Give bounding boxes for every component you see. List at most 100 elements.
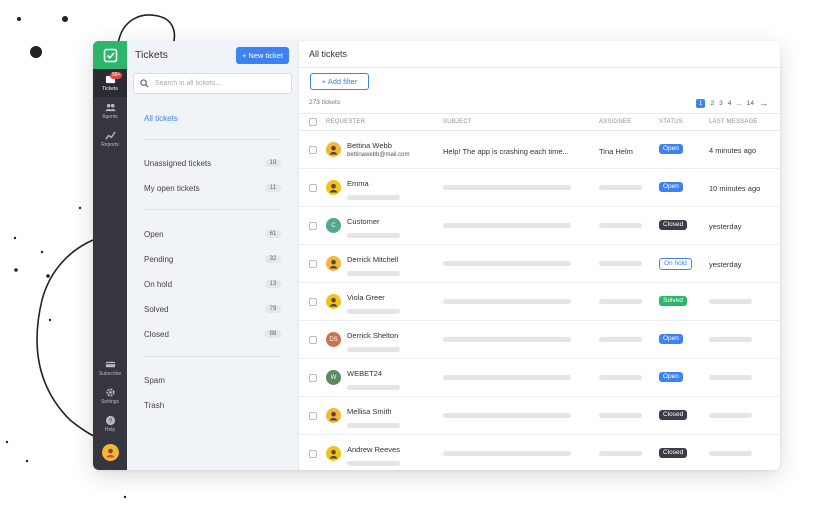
view-trash[interactable]: Trash	[144, 398, 281, 412]
add-filter-button[interactable]: + Add filter	[310, 73, 369, 90]
user-avatar[interactable]	[101, 444, 119, 461]
rail-item-help[interactable]: ? Help	[93, 410, 127, 438]
page-link[interactable]: 4	[728, 100, 732, 107]
status-badge: Solved	[659, 296, 687, 306]
column-header[interactable]: LAST MESSAGE	[709, 119, 758, 125]
view-solved[interactable]: Solved 79	[144, 302, 281, 316]
column-header[interactable]: ASSIGNEE	[599, 119, 631, 125]
requester-name[interactable]: Derrick Mitchell	[347, 255, 398, 264]
requester-name[interactable]: WEBET24	[347, 369, 382, 378]
last-message-time: 10 minutes ago	[709, 184, 761, 193]
placeholder-bar	[443, 299, 571, 304]
placeholder-bar	[599, 375, 642, 380]
rail-item-tickets[interactable]: 99+ Tickets	[93, 69, 127, 97]
app-logo[interactable]	[93, 41, 127, 69]
decor-dot	[14, 268, 18, 272]
table-row[interactable]: W WEBET24 Open	[299, 359, 780, 397]
placeholder-bar	[709, 413, 752, 418]
requester-name[interactable]: Viola Greer	[347, 293, 385, 302]
select-all-checkbox[interactable]	[309, 118, 317, 126]
view-all-tickets[interactable]: All tickets	[144, 111, 281, 125]
status-badge: Open	[659, 372, 683, 382]
card-icon	[105, 361, 115, 368]
requester-name[interactable]: Customer	[347, 217, 380, 226]
avatar: DS	[326, 332, 341, 347]
view-count: 61	[265, 230, 281, 238]
requester-name[interactable]: Mellisa Smith	[347, 407, 392, 416]
rail-bottom: Subscribe Settings ? Help	[93, 354, 127, 470]
page-title: All tickets	[309, 49, 348, 59]
view-unassigned[interactable]: Unassigned tickets 19	[144, 156, 281, 170]
placeholder-bar	[599, 185, 642, 190]
row-checkbox[interactable]	[309, 374, 317, 382]
requester-name[interactable]: Bettina Webb	[347, 141, 392, 150]
avatar	[326, 256, 341, 271]
avatar	[326, 180, 341, 195]
column-header[interactable]: SUBJECT	[443, 119, 472, 125]
row-checkbox[interactable]	[309, 260, 317, 268]
status-badge: Closed	[659, 220, 688, 230]
page-link[interactable]: 1	[695, 98, 706, 108]
page-link[interactable]: 14	[747, 100, 754, 107]
decor-dot	[30, 46, 42, 58]
next-page-icon[interactable]: →	[759, 98, 768, 108]
table-row[interactable]: Viola Greer Solved	[299, 283, 780, 321]
view-closed[interactable]: Closed 88	[144, 327, 281, 341]
table-row[interactable]: Andrew Reeves Closed	[299, 435, 780, 470]
view-label: Pending	[144, 254, 174, 264]
view-my-open[interactable]: My open tickets 11	[144, 181, 281, 195]
placeholder-bar	[599, 299, 642, 304]
table-row[interactable]: Derrick Mitchell On hold yesterday	[299, 245, 780, 283]
row-checkbox[interactable]	[309, 146, 317, 154]
rail-item-agents[interactable]: Agents	[93, 97, 127, 125]
row-checkbox[interactable]	[309, 336, 317, 344]
rail-item-settings[interactable]: Settings	[93, 382, 127, 410]
placeholder-bar	[347, 385, 400, 390]
view-count: 11	[265, 184, 281, 192]
row-checkbox[interactable]	[309, 222, 317, 230]
avatar	[326, 408, 341, 423]
avatar: W	[326, 370, 341, 385]
row-checkbox[interactable]	[309, 450, 317, 458]
ticket-subject[interactable]: Help! The app is crashing each time...	[443, 147, 569, 156]
table-row[interactable]: Bettina Webb bettinawebb@mail.com Help! Th…	[299, 131, 780, 169]
view-label: Unassigned tickets	[144, 158, 212, 168]
table-row[interactable]: DS Derrick Shelton Open	[299, 321, 780, 359]
decor-dot	[40, 250, 44, 254]
table-row[interactable]: Emma Open 10 minutes ago	[299, 169, 780, 207]
placeholder-bar	[443, 337, 571, 342]
requester-name[interactable]: Derrick Shelton	[347, 331, 398, 340]
status-badge: On hold	[659, 258, 692, 270]
column-header[interactable]: REQUESTER	[326, 119, 365, 125]
row-checkbox[interactable]	[309, 412, 317, 420]
page-link[interactable]: 2	[710, 100, 714, 107]
new-ticket-button[interactable]: + New ticket	[235, 46, 289, 64]
divider	[299, 67, 780, 68]
row-checkbox[interactable]	[309, 298, 317, 306]
last-message-time: 4 minutes ago	[709, 146, 757, 155]
search-input[interactable]: Search in all tickets...	[133, 73, 292, 94]
row-checkbox[interactable]	[309, 184, 317, 192]
placeholder-bar	[709, 375, 752, 380]
column-header[interactable]: STATUS	[659, 119, 683, 125]
rail-item-subscribe[interactable]: Subscribe	[93, 354, 127, 382]
person-icon	[106, 448, 114, 458]
last-message-time: yesterday	[709, 260, 742, 269]
view-count: 79	[265, 305, 281, 313]
view-pending[interactable]: Pending 32	[144, 252, 281, 266]
rail-item-reports[interactable]: Reports	[93, 125, 127, 153]
status-badge: Open	[659, 182, 683, 192]
requester-name[interactable]: Andrew Reeves	[347, 445, 400, 454]
avatar-initials: DS	[329, 336, 338, 343]
table-row[interactable]: C Customer Closed yesterday	[299, 207, 780, 245]
placeholder-bar	[443, 261, 571, 266]
table-row[interactable]: Mellisa Smith Closed	[299, 397, 780, 435]
requester-name[interactable]: Emma	[347, 179, 369, 188]
placeholder-bar	[347, 347, 400, 352]
page-link[interactable]: 3	[719, 100, 723, 107]
placeholder-bar	[709, 337, 752, 342]
view-on-hold[interactable]: On hold 13	[144, 277, 281, 291]
placeholder-bar	[443, 451, 571, 456]
view-open[interactable]: Open 61	[144, 227, 281, 241]
view-spam[interactable]: Spam	[144, 373, 281, 387]
